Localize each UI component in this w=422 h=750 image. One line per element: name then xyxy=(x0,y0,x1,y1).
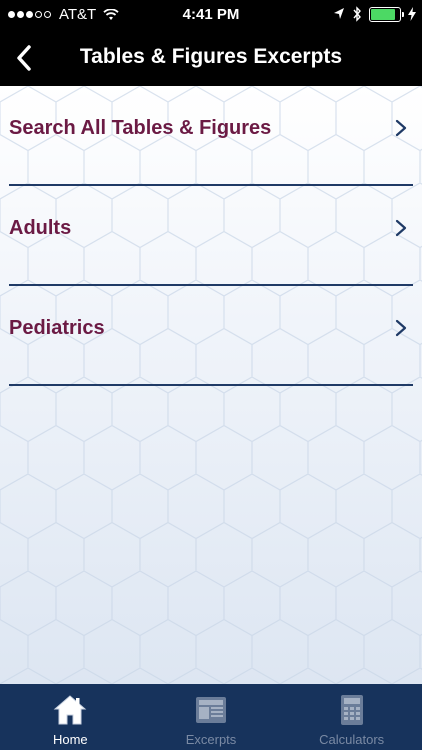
chevron-right-icon xyxy=(395,219,407,237)
menu-list: Search All Tables & Figures Adults Pedia… xyxy=(0,86,422,386)
main-content: Search All Tables & Figures Adults Pedia… xyxy=(0,86,422,684)
tab-home[interactable]: Home xyxy=(0,684,141,750)
calculator-icon xyxy=(340,695,363,725)
menu-item-adults[interactable]: Adults xyxy=(9,186,413,286)
home-icon xyxy=(53,695,87,725)
bluetooth-icon xyxy=(353,6,361,22)
menu-item-label: Pediatrics xyxy=(9,317,105,339)
menu-item-label: Search All Tables & Figures xyxy=(9,117,272,139)
menu-item-search-all[interactable]: Search All Tables & Figures xyxy=(9,86,413,186)
tab-label: Excerpts xyxy=(185,732,237,747)
tab-label: Calculators xyxy=(319,732,385,747)
page-title: Tables & Figures Excerpts xyxy=(79,45,343,68)
tab-label: Home xyxy=(52,732,88,747)
battery-tip xyxy=(402,11,404,17)
chevron-right-icon xyxy=(395,319,407,337)
charging-bolt-icon xyxy=(408,7,416,21)
status-right xyxy=(333,6,416,22)
tab-calculators[interactable]: Calculators xyxy=(281,684,422,750)
chevron-right-icon xyxy=(395,119,407,137)
tab-excerpts[interactable]: Excerpts xyxy=(141,684,282,750)
battery-level xyxy=(371,8,395,20)
status-bar: AT&T 4:41 PM xyxy=(0,0,422,30)
menu-item-label: Adults xyxy=(9,217,72,239)
navigation-bar: Tables & Figures Excerpts xyxy=(0,30,422,86)
menu-item-pediatrics[interactable]: Pediatrics xyxy=(9,286,413,386)
battery-icon xyxy=(369,6,404,22)
location-arrow-icon xyxy=(334,8,344,19)
tab-bar: Home Excerpts Calculators xyxy=(0,684,422,750)
newspaper-icon xyxy=(196,697,226,723)
